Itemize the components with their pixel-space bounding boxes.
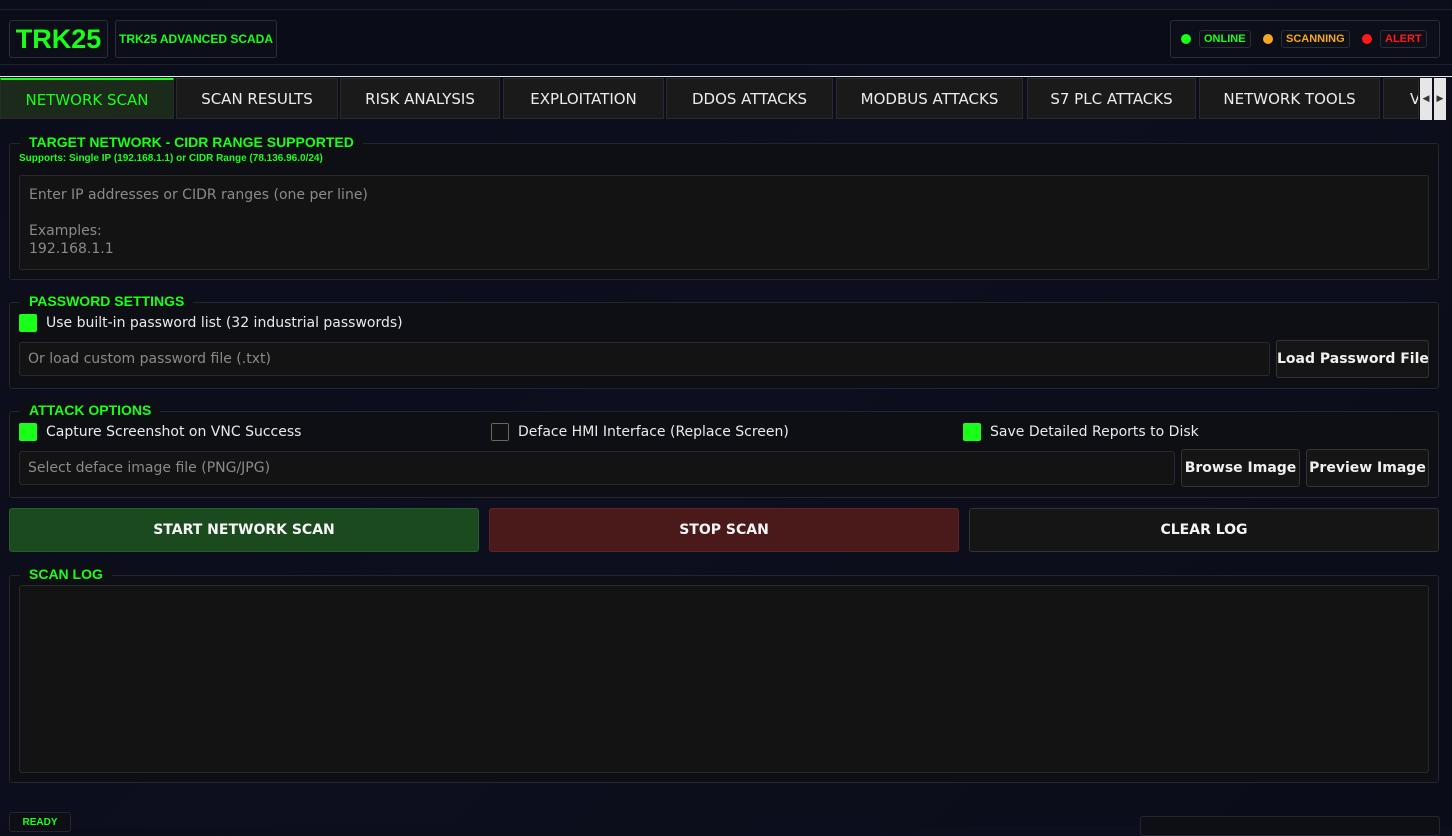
preview-image-button[interactable]: Preview Image [1306,449,1429,487]
scanning-dot-icon [1263,34,1273,44]
status-alert: ALERT [1362,30,1427,48]
scan-log-group: SCAN LOG [9,566,1439,783]
attack-options-group: ATTACK OPTIONS Capture Screenshot on VNC… [9,402,1439,498]
tab-risk-analysis[interactable]: RISK ANALYSIS [340,78,500,119]
status-indicators: ONLINE SCANNING ALERT [1170,20,1440,58]
scan-log-output[interactable] [19,585,1429,773]
alert-dot-icon [1362,34,1372,44]
capture-screenshot-label: Capture Screenshot on VNC Success [46,424,302,440]
status-scanning-label: SCANNING [1281,30,1350,48]
attack-options-title: ATTACK OPTIONS [20,402,161,418]
stop-scan-button[interactable]: STOP SCAN [489,508,959,552]
deface-hmi-label: Deface HMI Interface (Replace Screen) [518,424,789,440]
tab-scan-results[interactable]: SCAN RESULTS [176,78,338,119]
tab-overflow[interactable]: V [1383,78,1419,119]
password-file-input[interactable]: Or load custom password file (.txt) [19,342,1270,376]
deface-hmi-checkbox[interactable]: Deface HMI Interface (Replace Screen) [491,422,789,442]
password-settings-group: PASSWORD SETTINGS Use built-in password … [9,293,1439,389]
target-network-group: TARGET NETWORK - CIDR RANGE SUPPORTED Su… [9,134,1439,280]
checkbox-checked-icon [19,423,37,441]
status-alert-label: ALERT [1380,30,1427,48]
tab-modbus-attacks[interactable]: MODBUS ATTACKS [836,78,1023,119]
clear-log-button[interactable]: CLEAR LOG [969,508,1439,552]
target-network-title: TARGET NETWORK - CIDR RANGE SUPPORTED [20,134,363,150]
target-network-hint: Supports: Single IP (192.168.1.1) or CID… [19,153,323,164]
online-dot-icon [1181,34,1191,44]
tab-network-scan[interactable]: NETWORK SCAN [0,78,174,119]
status-online: ONLINE [1181,30,1251,48]
password-settings-title: PASSWORD SETTINGS [20,293,194,309]
checkbox-checked-icon [19,314,37,332]
tab-scroll-right-icon[interactable]: ▶ [1434,78,1446,120]
tab-ddos-attacks[interactable]: DDOS ATTACKS [666,78,833,119]
tab-exploitation[interactable]: EXPLOITATION [503,78,664,119]
save-reports-checkbox[interactable]: Save Detailed Reports to Disk [963,422,1199,442]
builtin-password-checkbox[interactable]: Use built-in password list (32 industria… [19,313,403,333]
checkbox-unchecked-icon [491,423,509,441]
tab-bar: NETWORK SCAN SCAN RESULTS RISK ANALYSIS … [0,76,1452,120]
app-subtitle: TRK25 ADVANCED SCADA [115,20,277,58]
load-password-file-button[interactable]: Load Password File [1276,340,1429,378]
target-input[interactable]: Enter IP addresses or CIDR ranges (one p… [19,175,1429,270]
save-reports-label: Save Detailed Reports to Disk [990,424,1199,440]
deface-image-input[interactable]: Select deface image file (PNG/JPG) [19,451,1175,485]
tab-scroll-left-icon[interactable]: ◀ [1420,78,1432,120]
browse-image-button[interactable]: Browse Image [1181,449,1300,487]
app-logo: TRK25 [9,20,108,58]
tab-network-tools[interactable]: NETWORK TOOLS [1199,78,1380,119]
scan-log-title: SCAN LOG [20,566,112,582]
start-network-scan-button[interactable]: START NETWORK SCAN [9,508,479,552]
builtin-password-label: Use built-in password list (32 industria… [46,315,403,331]
capture-screenshot-checkbox[interactable]: Capture Screenshot on VNC Success [19,422,301,442]
status-scanning: SCANNING [1263,30,1350,48]
status-bar-ready: READY [9,812,71,832]
status-online-label: ONLINE [1199,30,1251,48]
app-header: TRK25 TRK25 ADVANCED SCADA ONLINE SCANNI… [0,9,1452,65]
status-bar-right [1140,816,1440,836]
checkbox-checked-icon [963,423,981,441]
tab-s7-plc-attacks[interactable]: S7 PLC ATTACKS [1027,78,1196,119]
